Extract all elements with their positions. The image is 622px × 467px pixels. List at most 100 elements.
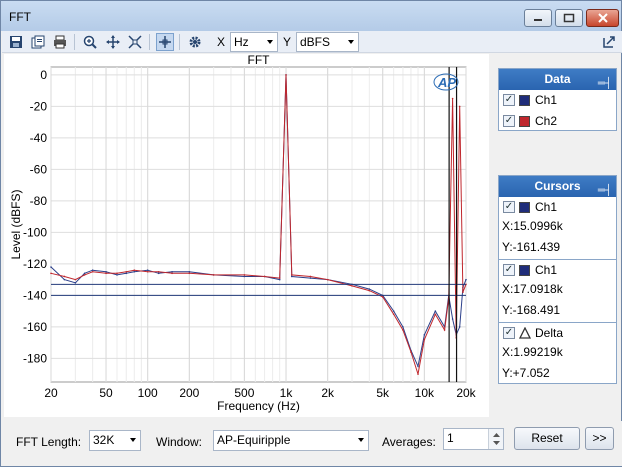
averages-label: Averages: <box>382 435 436 449</box>
stepper-buttons[interactable] <box>488 429 503 449</box>
pan-icon <box>106 35 120 49</box>
data-point <box>146 269 149 271</box>
data-point <box>402 326 404 328</box>
checkbox-ch1[interactable]: ✓ <box>503 94 515 106</box>
undock-button[interactable] <box>600 33 618 51</box>
averages-stepper[interactable]: 1 <box>443 428 504 450</box>
data-point <box>146 270 149 273</box>
data-item-label: Ch2 <box>535 114 558 128</box>
data-panel-header: Data ═┤ <box>499 69 616 90</box>
data-point <box>50 266 52 268</box>
fft-plot[interactable]: 0 -20 -40 -60 -80 -100 -120 -140 -160 -180 20 50 100… <box>4 53 489 417</box>
toolbar: X Hz Y dBFS <box>2 31 622 53</box>
cursor-entry-2[interactable]: ✓ Ch1 X:17.0918k Y:-168.491 <box>499 260 616 323</box>
x-axis-title: Frequency (Hz) <box>217 399 300 413</box>
chevron-down-icon <box>348 40 354 44</box>
minimize-icon <box>534 19 542 21</box>
x-tick-label: 500 <box>234 386 254 400</box>
data-item-ch2[interactable]: ✓ Ch2 <box>499 111 616 132</box>
data-point <box>74 278 77 281</box>
reset-button[interactable]: Reset <box>514 427 580 450</box>
x-tick-label: 50 <box>99 386 113 400</box>
color-swatch <box>519 95 530 106</box>
checkbox-cursor-2[interactable]: ✓ <box>503 264 515 276</box>
cursor-y-value: Y:-161.439 <box>502 240 561 254</box>
minimize-button[interactable] <box>524 9 552 27</box>
cursor-header: ✓ Delta <box>499 323 616 344</box>
data-point <box>125 272 128 275</box>
more-button[interactable]: >> <box>585 427 614 450</box>
x-unit-select[interactable]: Hz <box>230 32 278 52</box>
data-point <box>74 281 77 284</box>
data-point <box>443 329 446 331</box>
x-unit-value: Hz <box>234 35 249 49</box>
save-button[interactable] <box>7 33 25 51</box>
print-button[interactable] <box>51 33 69 51</box>
cursor-x-value: X:1.99219k <box>502 345 563 359</box>
y-unit-select[interactable]: dBFS <box>296 32 359 52</box>
cursors-panel-header: Cursors ═┤ <box>499 176 616 197</box>
data-point <box>125 270 128 273</box>
stepper-arrows-icon <box>493 433 500 445</box>
data-point <box>458 105 461 108</box>
title-bar[interactable]: FFT <box>1 1 621 31</box>
data-point <box>326 278 329 281</box>
data-point <box>278 277 281 279</box>
data-point <box>290 275 293 278</box>
data-point <box>278 278 281 281</box>
fft-length-value: 32K <box>93 433 115 447</box>
y-tick-label: -140 <box>23 288 47 302</box>
data-point <box>157 270 160 273</box>
checkbox-cursor-1[interactable]: ✓ <box>503 201 515 213</box>
data-point <box>105 272 107 275</box>
x-tick-label: 200 <box>179 386 199 400</box>
data-point <box>458 326 461 328</box>
pan-button[interactable] <box>104 33 122 51</box>
data-point <box>171 270 173 273</box>
data-point <box>381 296 384 298</box>
data-point <box>368 288 371 290</box>
cursor-x-value: X:15.0996k <box>502 219 563 233</box>
data-point <box>188 270 191 273</box>
checkbox-ch2[interactable]: ✓ <box>503 115 515 127</box>
data-point <box>50 272 52 275</box>
window-label: Window: <box>156 435 203 449</box>
data-point <box>434 313 437 316</box>
data-point <box>465 278 467 281</box>
cursor-entry-delta[interactable]: ✓ Delta X:1.99219k Y:+7.052 <box>499 323 616 384</box>
fft-length-select[interactable]: 32K <box>89 430 141 451</box>
data-point <box>410 351 412 353</box>
zoom-in-button[interactable] <box>81 33 99 51</box>
data-point <box>434 310 437 312</box>
fft-window: FFT X Hz Y dBFS 0 -20 -40 -60 -80 -100 -… <box>0 0 622 467</box>
settings-button[interactable] <box>186 33 204 51</box>
maximize-button[interactable] <box>555 9 583 27</box>
data-point <box>91 270 94 273</box>
print-icon <box>54 35 66 49</box>
y-tick-label: -60 <box>30 162 48 176</box>
cursor-tool-button[interactable] <box>156 33 174 51</box>
data-item-ch1[interactable]: ✓ Ch1 <box>499 90 616 111</box>
close-button[interactable] <box>586 9 619 27</box>
x-tick-label: 20 <box>44 386 58 400</box>
fft-chart-svg[interactable]: 0 -20 -40 -60 -80 -100 -120 -140 -160 -180 20 50 100… <box>4 53 489 417</box>
data-panel: Data ═┤ ✓ Ch1 ✓ Ch2 <box>498 68 617 131</box>
window-select[interactable]: AP-Equiripple <box>213 430 369 451</box>
data-point <box>83 272 86 275</box>
crosshair-icon <box>159 36 171 48</box>
checkbox-delta[interactable]: ✓ <box>503 327 515 339</box>
averages-value: 1 <box>447 431 454 445</box>
data-point <box>285 74 287 76</box>
cursor-label: Ch1 <box>535 263 558 277</box>
maximize-icon <box>563 13 575 23</box>
data-panel-title: Data <box>544 72 571 86</box>
cursors-panel-title: Cursors <box>534 179 581 193</box>
undock-icon <box>603 36 615 48</box>
zoom-extents-button[interactable] <box>126 33 144 51</box>
data-point <box>309 277 312 279</box>
data-point <box>451 318 454 320</box>
copy-button[interactable] <box>29 33 47 51</box>
data-point <box>63 278 66 281</box>
cursor-entry-1[interactable]: ✓ Ch1 X:15.0996k Y:-161.439 <box>499 197 616 260</box>
cursor-label: Ch1 <box>535 200 558 214</box>
